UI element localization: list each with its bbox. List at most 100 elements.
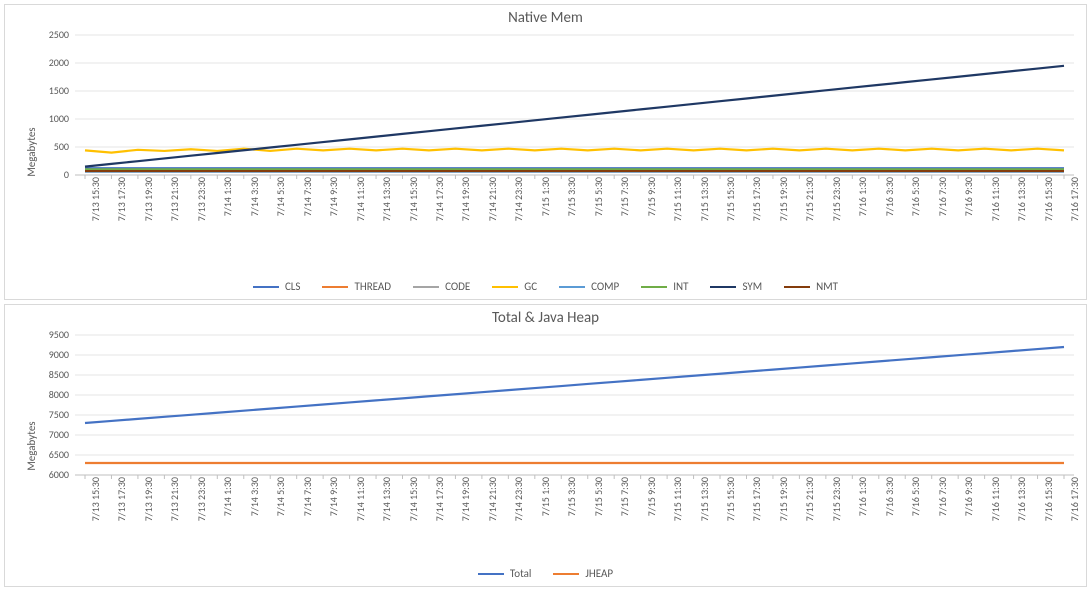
legend-swatch-icon: [553, 573, 579, 575]
legend-swatch-icon: [253, 286, 279, 288]
x-tick-label: 7/15 15:30: [724, 177, 737, 221]
x-tick-label: 7/13 21:30: [168, 477, 181, 521]
svg-text:9500: 9500: [49, 328, 69, 341]
chart-y-axis-label: Megabytes: [25, 421, 38, 470]
x-tick-label: 7/14 1:30: [221, 177, 234, 216]
legend-swatch-icon: [492, 286, 518, 288]
legend-label: COMP: [591, 280, 619, 293]
x-axis-ticks: 7/13 15:307/13 17:307/13 19:307/13 21:30…: [75, 177, 1074, 247]
x-tick-label: 7/15 5:30: [592, 177, 605, 216]
x-tick-label: 7/16 1:30: [856, 477, 869, 516]
x-tick-label: 7/14 21:30: [486, 477, 499, 521]
x-tick-label: 7/15 15:30: [724, 477, 737, 521]
svg-text:2000: 2000: [49, 56, 69, 69]
x-tick-label: 7/14 13:30: [380, 177, 393, 221]
svg-text:0: 0: [64, 168, 69, 181]
x-tick-label: 7/15 3:30: [565, 177, 578, 216]
svg-text:8500: 8500: [49, 368, 69, 381]
svg-text:500: 500: [54, 140, 69, 153]
x-tick-label: 7/15 3:30: [565, 477, 578, 516]
x-tick-label: 7/14 1:30: [221, 477, 234, 516]
legend-item-cls: CLS: [253, 280, 301, 293]
x-tick-label: 7/14 13:30: [380, 477, 393, 521]
x-tick-label: 7/14 21:30: [486, 177, 499, 221]
legend-label: SYM: [742, 280, 762, 293]
svg-text:7500: 7500: [49, 408, 69, 421]
chart-svg: 05001000150020002500: [75, 35, 1074, 175]
x-tick-label: 7/16 13:30: [1015, 177, 1028, 221]
plot-area: 05001000150020002500: [75, 35, 1074, 175]
legend-item-gc: GC: [492, 280, 537, 293]
x-tick-label: 7/15 17:30: [750, 477, 763, 521]
legend-label: CODE: [445, 280, 470, 293]
x-tick-label: 7/14 3:30: [248, 477, 261, 516]
chart-native-mem: Native Mem Megabytes 0500100015002000250…: [4, 4, 1087, 300]
x-tick-label: 7/14 3:30: [248, 177, 261, 216]
x-tick-label: 7/16 9:30: [962, 477, 975, 516]
x-tick-label: 7/15 23:30: [830, 177, 843, 221]
x-tick-label: 7/13 15:30: [89, 477, 102, 521]
x-tick-label: 7/15 21:30: [803, 477, 816, 521]
legend-label: GC: [524, 280, 537, 293]
legend-swatch-icon: [413, 286, 439, 288]
svg-text:1500: 1500: [49, 84, 69, 97]
legend-item-total: Total: [478, 567, 532, 580]
x-tick-label: 7/16 7:30: [936, 177, 949, 216]
x-tick-label: 7/13 17:30: [115, 477, 128, 521]
x-tick-label: 7/13 23:30: [195, 177, 208, 221]
x-tick-label: 7/15 17:30: [750, 177, 763, 221]
svg-text:1000: 1000: [49, 112, 69, 125]
x-tick-label: 7/15 11:30: [671, 177, 684, 221]
x-tick-label: 7/14 17:30: [433, 477, 446, 521]
series-sym: [85, 66, 1064, 167]
svg-text:9000: 9000: [49, 348, 69, 361]
x-tick-label: 7/16 5:30: [909, 477, 922, 516]
x-tick-label: 7/15 11:30: [671, 477, 684, 521]
x-tick-label: 7/16 13:30: [1015, 477, 1028, 521]
x-tick-label: 7/15 23:30: [830, 477, 843, 521]
legend-item-comp: COMP: [559, 280, 619, 293]
svg-text:7000: 7000: [49, 428, 69, 441]
chart-y-axis-label: Megabytes: [25, 127, 38, 176]
x-tick-label: 7/16 7:30: [936, 477, 949, 516]
x-tick-label: 7/16 5:30: [909, 177, 922, 216]
x-tick-label: 7/14 7:30: [301, 477, 314, 516]
x-tick-label: 7/14 9:30: [327, 477, 340, 516]
x-tick-label: 7/13 17:30: [115, 177, 128, 221]
x-tick-label: 7/14 15:30: [407, 477, 420, 521]
x-tick-label: 7/16 1:30: [856, 177, 869, 216]
x-tick-label: 7/14 11:30: [354, 177, 367, 221]
legend-label: JHEAP: [585, 567, 613, 580]
plot-area: 60006500700075008000850090009500: [75, 335, 1074, 475]
legend-swatch-icon: [478, 573, 504, 575]
x-tick-label: 7/15 21:30: [803, 177, 816, 221]
legend-swatch-icon: [641, 286, 667, 288]
legend-item-thread: THREAD: [322, 280, 391, 293]
legend-item-sym: SYM: [710, 280, 762, 293]
legend-swatch-icon: [559, 286, 585, 288]
x-tick-label: 7/13 21:30: [168, 177, 181, 221]
legend-item-code: CODE: [413, 280, 470, 293]
x-tick-label: 7/15 9:30: [645, 177, 658, 216]
x-tick-label: 7/14 17:30: [433, 177, 446, 221]
x-tick-label: 7/15 19:30: [777, 477, 790, 521]
legend-label: Total: [510, 567, 532, 580]
x-tick-label: 7/13 19:30: [142, 177, 155, 221]
svg-text:6500: 6500: [49, 448, 69, 461]
legend-label: THREAD: [354, 280, 391, 293]
legend-label: CLS: [285, 280, 301, 293]
x-tick-label: 7/16 3:30: [883, 177, 896, 216]
x-tick-label: 7/14 23:30: [512, 477, 525, 521]
x-tick-label: 7/16 3:30: [883, 477, 896, 516]
x-tick-label: 7/14 23:30: [512, 177, 525, 221]
x-tick-label: 7/16 15:30: [1042, 477, 1055, 521]
legend-swatch-icon: [710, 286, 736, 288]
legend-item-nmt: NMT: [784, 280, 838, 293]
chart-legend: CLS THREAD CODE GC COMP INT SYM NMT: [5, 280, 1086, 293]
x-tick-label: 7/15 13:30: [698, 477, 711, 521]
legend-label: INT: [673, 280, 688, 293]
x-tick-label: 7/14 11:30: [354, 477, 367, 521]
x-tick-label: 7/16 15:30: [1042, 177, 1055, 221]
x-tick-label: 7/15 7:30: [618, 477, 631, 516]
series-total: [85, 347, 1064, 423]
